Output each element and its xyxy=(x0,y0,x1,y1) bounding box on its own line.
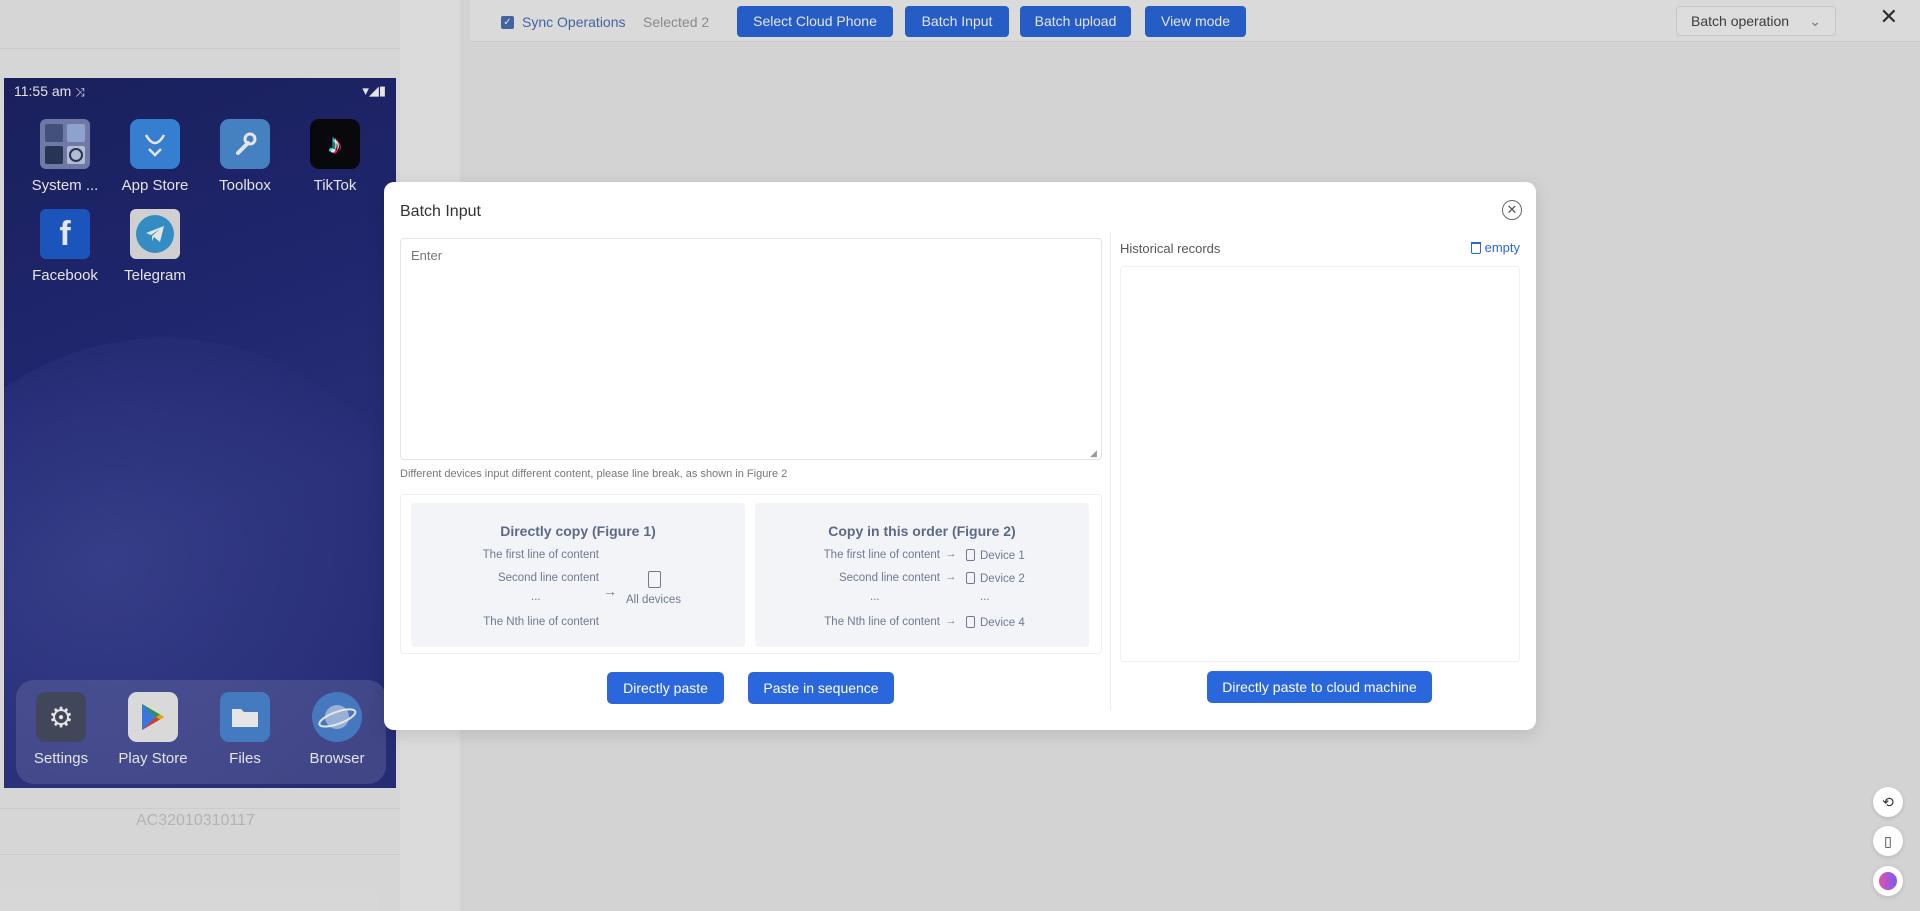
dialog-title: Batch Input xyxy=(400,203,481,220)
figure-target: All devices xyxy=(626,594,681,606)
refresh-icon[interactable]: ⟲ xyxy=(1873,787,1903,817)
figure-line: The Nth line of content xyxy=(483,616,599,628)
device-target: ... xyxy=(980,591,990,603)
directly-paste-button[interactable]: Directly paste xyxy=(607,672,724,704)
figure-line: The first line of content xyxy=(482,549,599,561)
paste-to-cloud-machine-button[interactable]: Directly paste to cloud machine xyxy=(1207,671,1432,703)
arrow-right-icon: → xyxy=(945,548,957,560)
history-list xyxy=(1120,266,1520,662)
example-figures: Directly copy (Figure 1) The first line … xyxy=(400,494,1102,654)
figure-2-title: Copy in this order (Figure 2) xyxy=(828,523,1016,539)
figure-2: Copy in this order (Figure 2) The first … xyxy=(755,503,1089,647)
device-icon xyxy=(966,549,975,561)
device-icon xyxy=(648,571,661,588)
trash-icon xyxy=(1470,241,1481,254)
arrow-right-icon: → xyxy=(945,571,957,583)
figure-1: Directly copy (Figure 1) The first line … xyxy=(411,503,745,647)
device-label: Device 2 xyxy=(980,573,1025,585)
historical-records-label: Historical records xyxy=(1120,241,1221,256)
panel-divider xyxy=(1110,232,1111,710)
clear-history-label: empty xyxy=(1484,240,1520,255)
device-target: Device 2 xyxy=(966,572,1025,585)
resize-handle-icon[interactable]: ◢ xyxy=(1090,448,1097,459)
assistant-icon[interactable] xyxy=(1873,866,1903,896)
figure-line: Second line content xyxy=(838,572,940,584)
batch-input-dialog: Batch Input ✕ ◢ Different devices input … xyxy=(384,182,1536,730)
brain-icon xyxy=(1879,872,1897,890)
figure-1-title: Directly copy (Figure 1) xyxy=(500,523,656,539)
paste-in-sequence-button[interactable]: Paste in sequence xyxy=(748,672,894,704)
device-label: Device 4 xyxy=(980,617,1025,629)
close-circle-icon[interactable]: ✕ xyxy=(1502,200,1522,220)
figure-line: The first line of content xyxy=(823,549,940,561)
arrow-right-icon: → xyxy=(603,583,617,599)
clear-history-button[interactable]: empty xyxy=(1470,240,1520,255)
device-target: Device 4 xyxy=(966,616,1025,629)
batch-input-textarea[interactable] xyxy=(400,238,1102,460)
device-icon xyxy=(648,571,666,589)
figure-line: ... xyxy=(870,591,880,603)
input-hint: Different devices input different conten… xyxy=(400,468,788,480)
figure-line: ... xyxy=(531,591,541,603)
device-label: Device 1 xyxy=(980,550,1025,562)
device-icon xyxy=(966,572,975,584)
device-target: Device 1 xyxy=(966,549,1025,562)
book-icon[interactable]: ▯ xyxy=(1873,826,1903,856)
figure-line: Second line content xyxy=(497,572,599,584)
device-icon xyxy=(966,616,975,628)
arrow-right-icon: → xyxy=(945,615,957,627)
figure-line: The Nth line of content xyxy=(824,616,940,628)
